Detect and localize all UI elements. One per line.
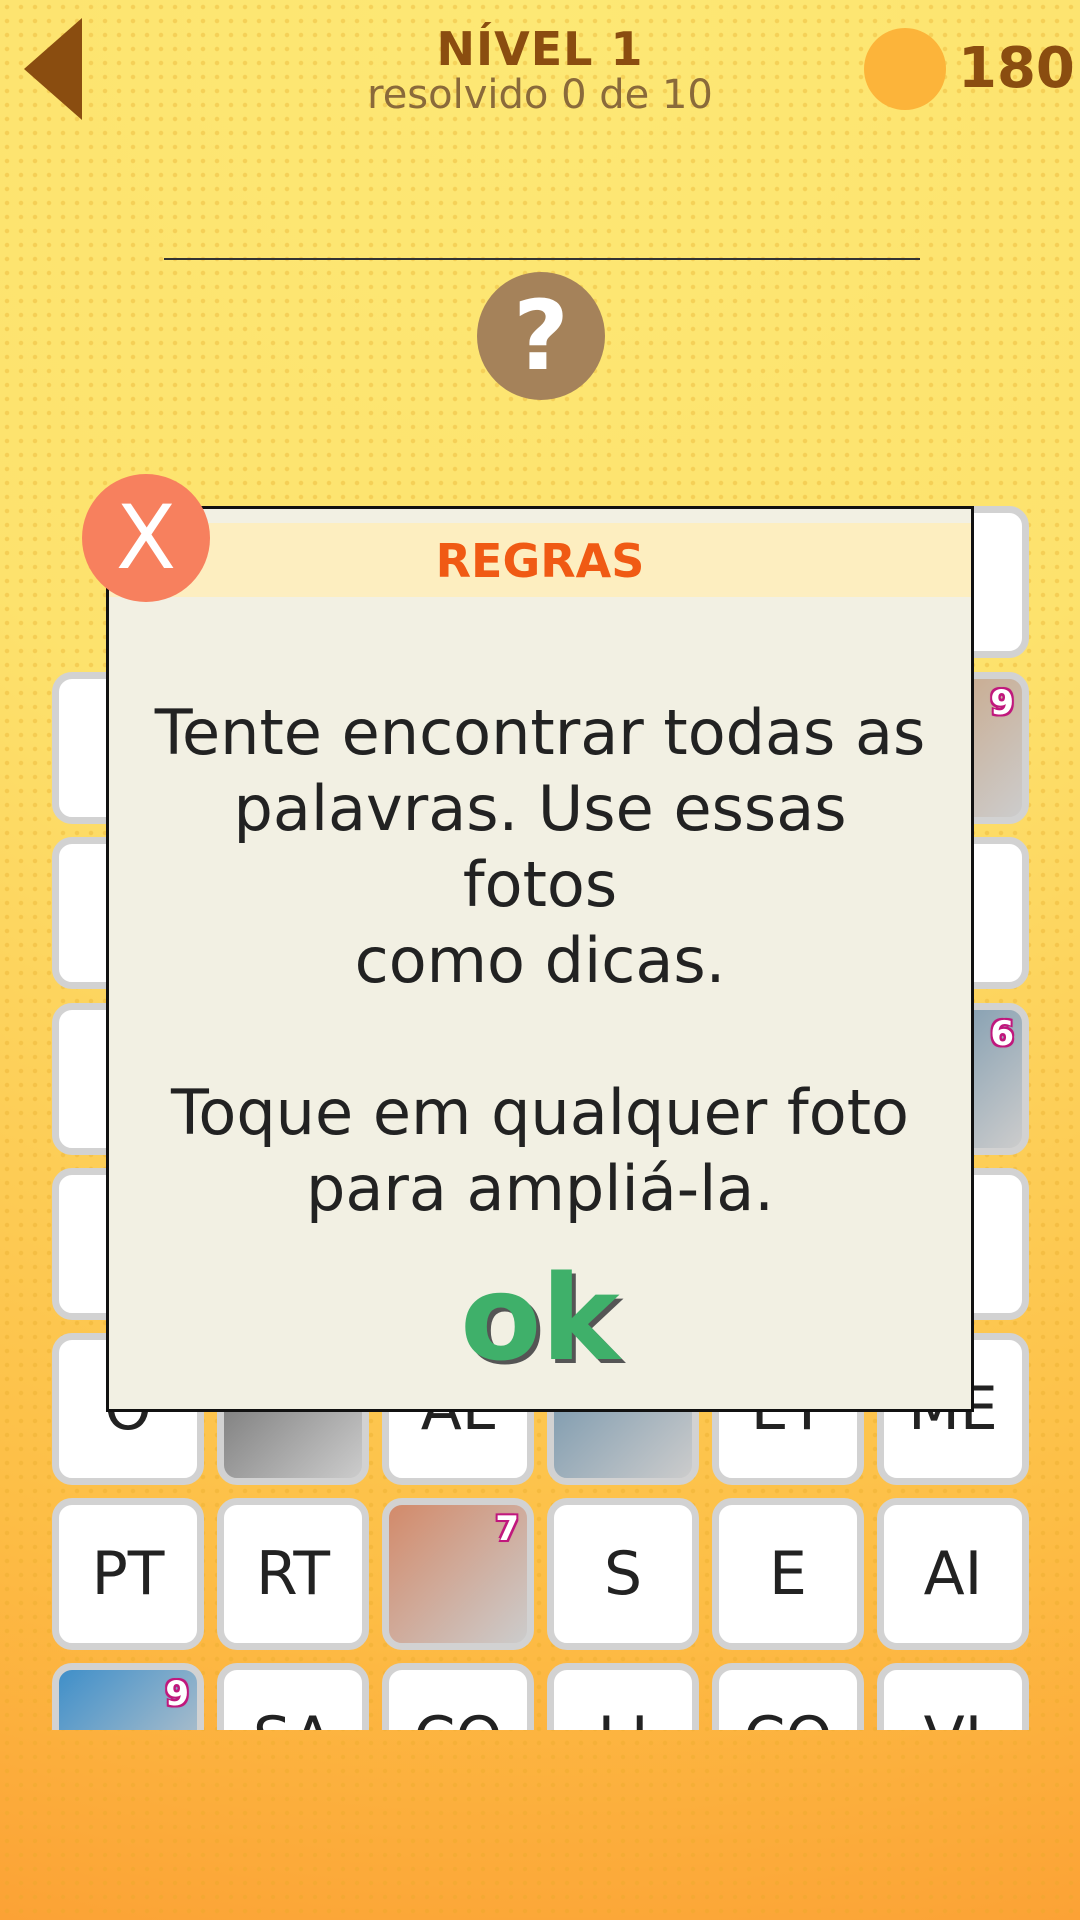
letter-count-badge: 6 [990, 1014, 1014, 1054]
tile-letters: E [769, 1539, 807, 1609]
letter-count-badge: 9 [990, 683, 1014, 723]
letter-tile[interactable]: PT [52, 1498, 204, 1650]
letter-tile[interactable]: SA [217, 1663, 369, 1730]
tile-letters: PT [91, 1539, 165, 1609]
tile-letters: LI [597, 1704, 648, 1730]
rules-line: palavras. Use essas fotos [233, 772, 847, 921]
dialog-title: REGRAS [109, 523, 971, 597]
letter-tile[interactable]: AI [877, 1498, 1029, 1650]
letter-tile[interactable]: S [547, 1498, 699, 1650]
letter-tile[interactable]: VI [877, 1663, 1029, 1730]
tile-letters: SA [253, 1704, 333, 1730]
tile-letters: VI [924, 1704, 983, 1730]
tile-letters: CO [743, 1704, 832, 1730]
tile-letters: AI [923, 1539, 983, 1609]
letter-tile[interactable]: E [712, 1498, 864, 1650]
rules-text: Tente encontrar todas as palavras. Use e… [149, 695, 931, 1227]
tile-letters: S [603, 1539, 643, 1609]
tile-letters: RT [256, 1539, 330, 1609]
letter-tile[interactable]: RT [217, 1498, 369, 1650]
tile-letters: CO [413, 1704, 502, 1730]
letter-tile[interactable]: LI [547, 1663, 699, 1730]
rules-line: como dicas. [354, 924, 726, 997]
letter-count-badge: 9 [165, 1674, 189, 1714]
close-button[interactable]: X [82, 474, 210, 602]
photo-tile[interactable]: 7 [382, 1498, 534, 1650]
ok-button[interactable]: ok [109, 1249, 971, 1387]
letter-count-badge: 7 [495, 1509, 519, 1549]
rules-line: para ampliá-la. [305, 1152, 775, 1225]
photo-tile[interactable]: 9 [52, 1663, 204, 1730]
rules-dialog: REGRAS Tente encontrar todas as palavras… [106, 506, 974, 1412]
letter-tile[interactable]: CO [382, 1663, 534, 1730]
letter-tile[interactable]: CO [712, 1663, 864, 1730]
rules-line: Toque em qualquer foto [171, 1076, 909, 1149]
rules-line: Tente encontrar todas as [154, 696, 926, 769]
